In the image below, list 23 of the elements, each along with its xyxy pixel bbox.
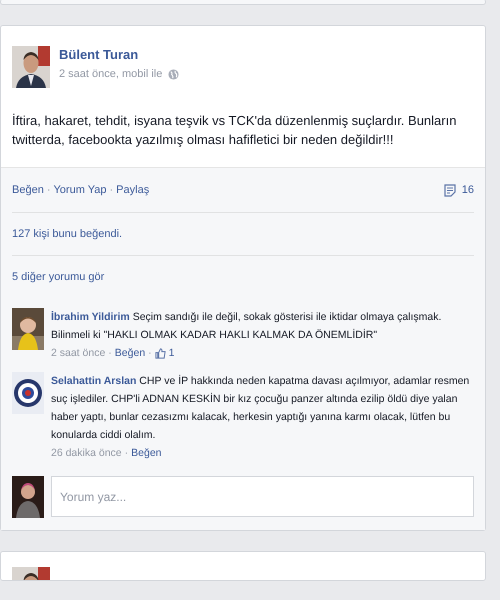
post-text: İftira, hakaret, tehdit, isyana teşvik vs TCK'da düzenlenmiş suçlardır. Bunların twitterda, facebookta yazılmış olması hafifletici bir neden değildir!!! xyxy=(12,112,458,149)
like-link[interactable]: Beğen xyxy=(114,344,146,362)
separator-dot: · xyxy=(108,346,112,361)
more-comments-link[interactable]: 5 diğer yorumu gör xyxy=(12,271,104,283)
like-link[interactable]: Beğen xyxy=(131,444,162,462)
separator-dot: · xyxy=(148,346,152,361)
document-icon[interactable] xyxy=(444,184,456,196)
action-link[interactable]: Beğen xyxy=(12,184,44,196)
commenter-name[interactable]: İbrahim Yildirim xyxy=(51,311,130,323)
author-name[interactable]: Bülent Turan xyxy=(59,47,180,62)
separator-dot: · xyxy=(46,184,50,196)
comment-text: İbrahim Yildirim Seçim sandığı ile değil, sokak gösterisi ile iktidar olmaya çalışmak. Bilinmeli ki "HAKLI OLMAK KADAR HAKLI KALMAK DA ÖNEMLİDİR" xyxy=(51,310,442,343)
thumbs-up-icon[interactable] xyxy=(154,348,166,358)
share-count[interactable]: 16 xyxy=(462,184,474,196)
separator-dot: · xyxy=(124,446,128,461)
commenter-name[interactable]: Selahattin Arslan xyxy=(51,375,136,387)
separator-dot: · xyxy=(110,184,114,196)
comment-input[interactable]: Yorum yaz... xyxy=(51,476,474,517)
likes-summary[interactable]: 127 kişi bunu beğendi. xyxy=(12,213,474,256)
comment-text: Selahattin Arslan CHP ve İP hakkında neden kapatma davası açılmıyor, adamlar resmen suç işlediler. CHP'li ADNAN KESKİN bir kız çocuğu panzer altında ezilip öldü diye yalan haber yaptı, bunlar cezasızmı kalacak, herkesin yaptığı yanına karmı olacak, lütfen bu konularda ciddi olalım. xyxy=(51,374,470,443)
action-link[interactable]: Paylaş xyxy=(116,184,150,196)
action-link[interactable]: Yorum Yap xyxy=(53,184,106,196)
like-count[interactable]: 1 xyxy=(168,344,175,362)
